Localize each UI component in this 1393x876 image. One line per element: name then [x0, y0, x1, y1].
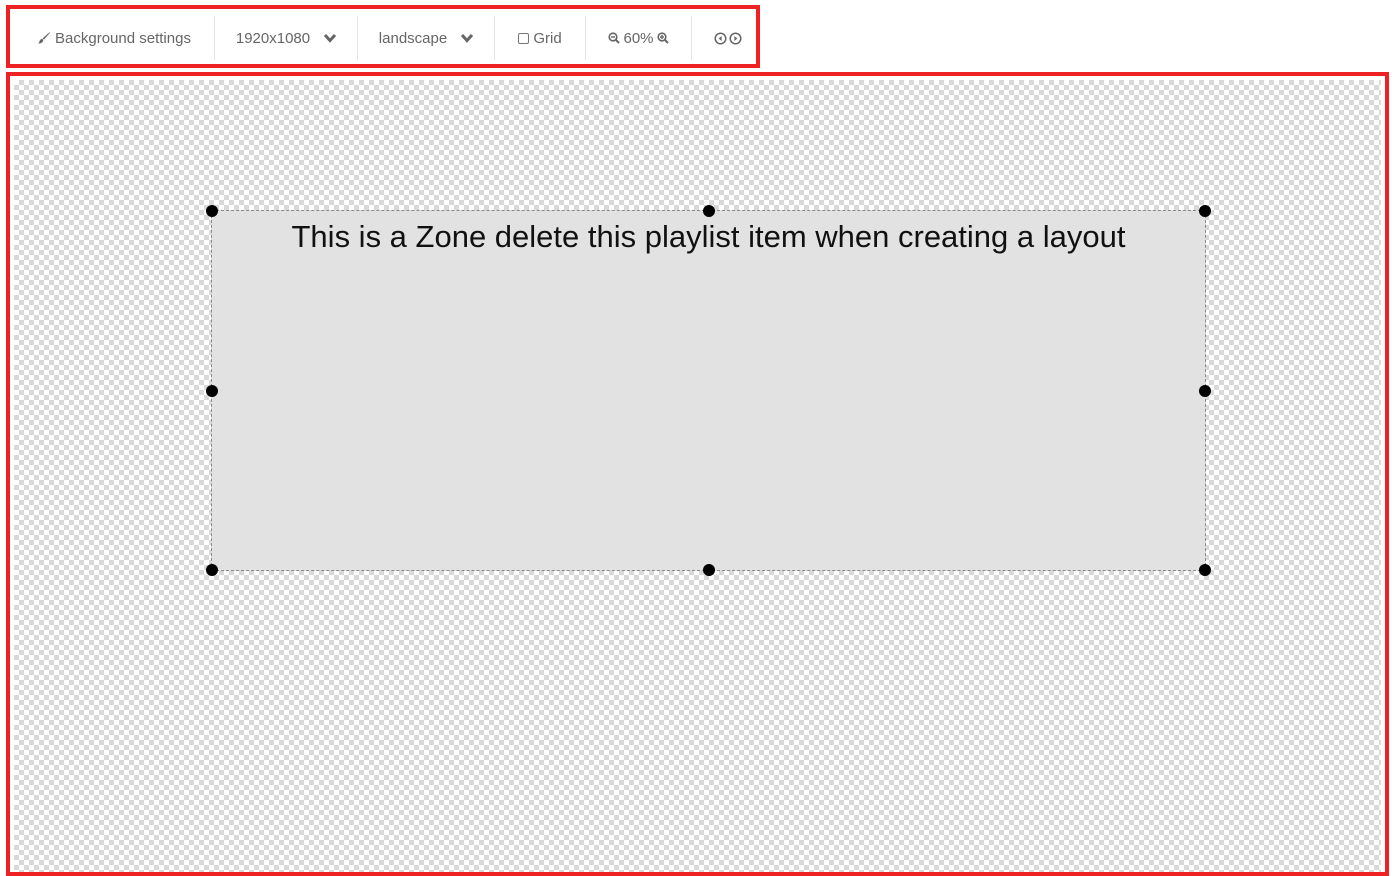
resize-handle-top[interactable]	[702, 205, 715, 217]
resize-handle-top-left[interactable]	[206, 205, 218, 217]
zone-label: This is a Zone delete this playlist item…	[291, 219, 1126, 254]
resize-handle-bottom-right[interactable]	[1199, 564, 1211, 576]
layout-toolbar: Background settings 1920x1080 landscape …	[14, 16, 764, 60]
orientation-value: landscape	[378, 29, 448, 47]
zoom-level: 60%	[623, 29, 654, 47]
zoom-out-icon[interactable]	[608, 32, 621, 44]
brush-icon	[37, 31, 51, 45]
zoom-control: 60%	[586, 16, 692, 60]
chevron-down-icon	[461, 33, 474, 43]
resolution-dropdown[interactable]: 1920x1080	[215, 16, 358, 60]
canvas-highlight: This is a Zone delete this playlist item…	[6, 72, 1389, 876]
resize-handle-bottom[interactable]	[702, 564, 715, 576]
navigation-controls	[692, 16, 764, 60]
circle-arrow-right-icon[interactable]	[729, 31, 742, 45]
zoom-in-icon[interactable]	[656, 32, 669, 44]
layout-canvas[interactable]: This is a Zone delete this playlist item…	[14, 80, 1381, 872]
chevron-down-icon	[324, 33, 337, 43]
orientation-dropdown[interactable]: landscape	[358, 16, 495, 60]
background-settings-button[interactable]: Background settings	[14, 16, 215, 60]
background-settings-label: Background settings	[55, 29, 191, 47]
resize-handle-right[interactable]	[1199, 384, 1211, 397]
grid-label: Grid	[533, 29, 562, 47]
grid-toggle[interactable]: Grid	[495, 16, 586, 60]
circle-arrow-left-icon[interactable]	[714, 31, 727, 45]
grid-checkbox[interactable]	[518, 32, 530, 44]
layout-zone[interactable]: This is a Zone delete this playlist item…	[206, 205, 1211, 576]
resize-handle-bottom-left[interactable]	[206, 564, 218, 576]
resize-handle-top-right[interactable]	[1199, 205, 1211, 217]
toolbar-highlight: Background settings 1920x1080 landscape …	[6, 5, 760, 68]
resize-handle-left[interactable]	[206, 384, 218, 397]
resolution-value: 1920x1080	[235, 29, 311, 47]
